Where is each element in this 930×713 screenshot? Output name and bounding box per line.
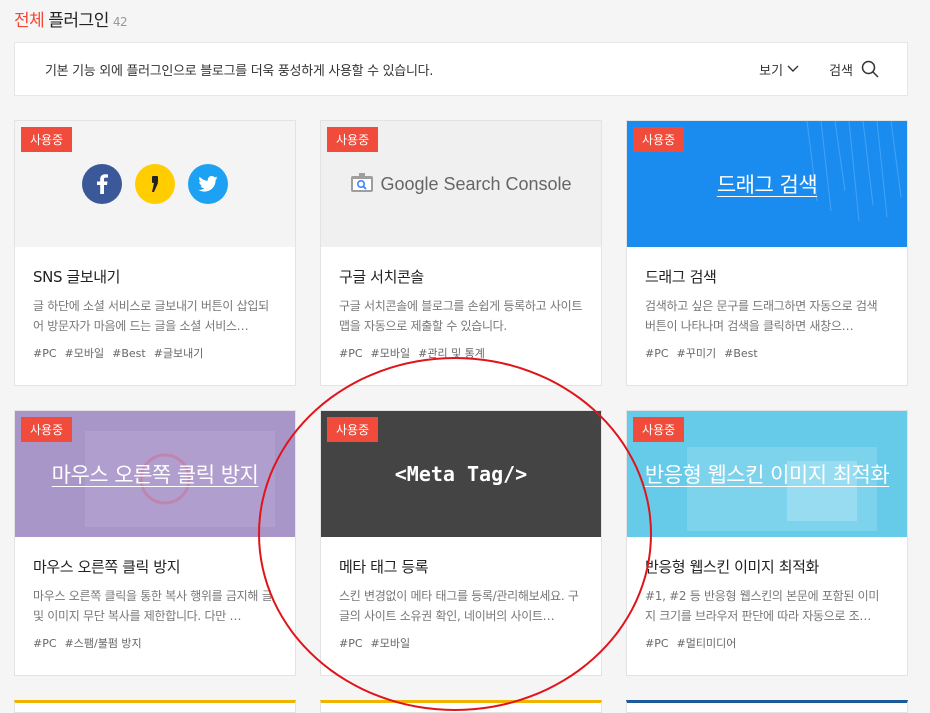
plugin-title: 플러그인	[48, 11, 109, 31]
partial-card[interactable]	[320, 700, 602, 713]
card-title: 반응형 웹스킨 이미지 최적화	[645, 558, 819, 576]
tag: #모바일	[370, 637, 411, 650]
card-description: #1, #2 등 반응형 웹스킨의 본문에 포함된 이미지 크기를 브라우저 판…	[645, 589, 880, 623]
search-console-icon	[351, 173, 374, 192]
card-thumbnail: 사용중 마우스 오른쪽 클릭 방지	[15, 411, 295, 537]
thumbnail-title: 드래그 검색	[716, 173, 818, 197]
in-use-badge: 사용중	[21, 127, 73, 152]
tag: #PC	[645, 637, 669, 650]
tag: #꾸미기	[676, 347, 717, 360]
card-description: 마우스 오른쪽 클릭을 통한 복사 행위를 금지해 글 및 이미지 무단 복사를…	[33, 589, 273, 623]
tag: #모바일	[64, 347, 105, 360]
thumbnail-title: 마우스 오른쪽 클릭 방지	[51, 463, 259, 487]
search-icon	[861, 60, 879, 78]
chevron-down-icon	[787, 65, 799, 72]
tag: #스팸/불펌 방지	[64, 637, 142, 650]
card-title: 메타 태그 등록	[339, 558, 429, 576]
card-title: 구글 서치콘솔	[339, 268, 424, 286]
card-description: 구글 서치콘솔에 블로그를 손쉽게 등록하고 사이트맵을 자동으로 제출할 수 …	[339, 299, 583, 333]
thumbnail-title: <Meta Tag/>	[394, 462, 528, 486]
tag: #Best	[724, 347, 758, 360]
tag: #멀티미디어	[676, 637, 737, 650]
facebook-icon	[82, 164, 122, 204]
card-tags: #PC #멀티미디어	[645, 635, 889, 651]
card-description: 글 하단에 소셜 서비스로 글보내기 버튼이 삽입되어 방문자가 마음에 드는 …	[33, 299, 269, 333]
tag: #PC	[339, 637, 363, 650]
card-thumbnail: 사용중 드래그 검색	[627, 121, 907, 247]
card-thumbnail: 사용중 반응형 웹스킨 이미지 최적화	[627, 411, 907, 537]
partial-card[interactable]	[14, 700, 296, 713]
card-thumbnail: 사용중	[15, 121, 295, 247]
search-button[interactable]: 검색	[829, 60, 879, 79]
thumbnail-title: 반응형 웹스킨 이미지 최적화	[644, 463, 890, 487]
google-search-console-logo: Google Search Console	[380, 173, 572, 194]
in-use-badge: 사용중	[327, 417, 379, 442]
tag: #PC	[33, 347, 57, 360]
tag: #글보내기	[153, 347, 204, 360]
card-tags: #PC #모바일 #관리 및 통계	[339, 345, 583, 361]
filter-all-label: 전체	[14, 11, 45, 31]
tag: #모바일	[370, 347, 411, 360]
plugin-count: 42	[112, 15, 128, 29]
view-label: 보기	[759, 63, 784, 79]
tag: #PC	[645, 347, 669, 360]
card-description: 스킨 변경없이 메타 태그를 등록/관리해보세요. 구글의 사이트 소유권 확인…	[339, 589, 579, 623]
info-description: 기본 기능 외에 플러그인으로 블로그를 더욱 풍성하게 사용할 수 있습니다.	[45, 63, 434, 79]
in-use-badge: 사용중	[327, 127, 379, 152]
view-dropdown[interactable]: 보기	[759, 60, 799, 79]
kakao-icon	[135, 164, 175, 204]
plugin-card-responsive-image[interactable]: 사용중 반응형 웹스킨 이미지 최적화 반응형 웹스킨 이미지 최적화 #1, …	[626, 410, 908, 676]
plugin-card-drag-search[interactable]: 사용중 드래그 검색 드래그 검색 검색하고 싶은 문구를 드래그하면 자동으로…	[626, 120, 908, 386]
card-title: 마우스 오른쪽 클릭 방지	[33, 558, 181, 576]
card-tags: #PC #꾸미기 #Best	[645, 345, 889, 361]
info-bar: 기본 기능 외에 플러그인으로 블로그를 더욱 풍성하게 사용할 수 있습니다.…	[14, 42, 908, 96]
card-title: 드래그 검색	[645, 268, 717, 286]
tag: #Best	[112, 347, 146, 360]
partial-card[interactable]	[626, 700, 908, 713]
page-title: 전체 플러그인 42	[14, 6, 128, 31]
card-tags: #PC #모바일 #Best #글보내기	[33, 345, 277, 361]
plugin-card-sns[interactable]: 사용중 SNS 글보내기 글 하단에 소셜 서비스로 글보내기 버튼이 삽입되어…	[14, 120, 296, 386]
card-thumbnail: 사용중 Google Search Console	[321, 121, 601, 247]
card-tags: #PC #모바일	[339, 635, 583, 651]
card-description: 검색하고 싶은 문구를 드래그하면 자동으로 검색 버튼이 나타나며 검색을 클…	[645, 299, 878, 333]
plugin-card-right-click-block[interactable]: 사용중 마우스 오른쪽 클릭 방지 마우스 오른쪽 클릭 방지 마우스 오른쪽 …	[14, 410, 296, 676]
card-thumbnail: 사용중 <Meta Tag/>	[321, 411, 601, 537]
search-label: 검색	[829, 63, 853, 79]
plugin-card-meta-tag[interactable]: 사용중 <Meta Tag/> 메타 태그 등록 스킨 변경없이 메타 태그를 …	[320, 410, 602, 676]
in-use-badge: 사용중	[633, 127, 685, 152]
tag: #관리 및 통계	[418, 347, 485, 360]
tag: #PC	[339, 347, 363, 360]
card-title: SNS 글보내기	[33, 268, 121, 286]
card-tags: #PC #스팸/불펌 방지	[33, 635, 277, 651]
in-use-badge: 사용중	[21, 417, 73, 442]
in-use-badge: 사용중	[633, 417, 685, 442]
tag: #PC	[33, 637, 57, 650]
twitter-icon	[188, 164, 228, 204]
plugin-card-google-search-console[interactable]: 사용중 Google Search Console 구글 서치콘솔 구글 서치콘…	[320, 120, 602, 386]
